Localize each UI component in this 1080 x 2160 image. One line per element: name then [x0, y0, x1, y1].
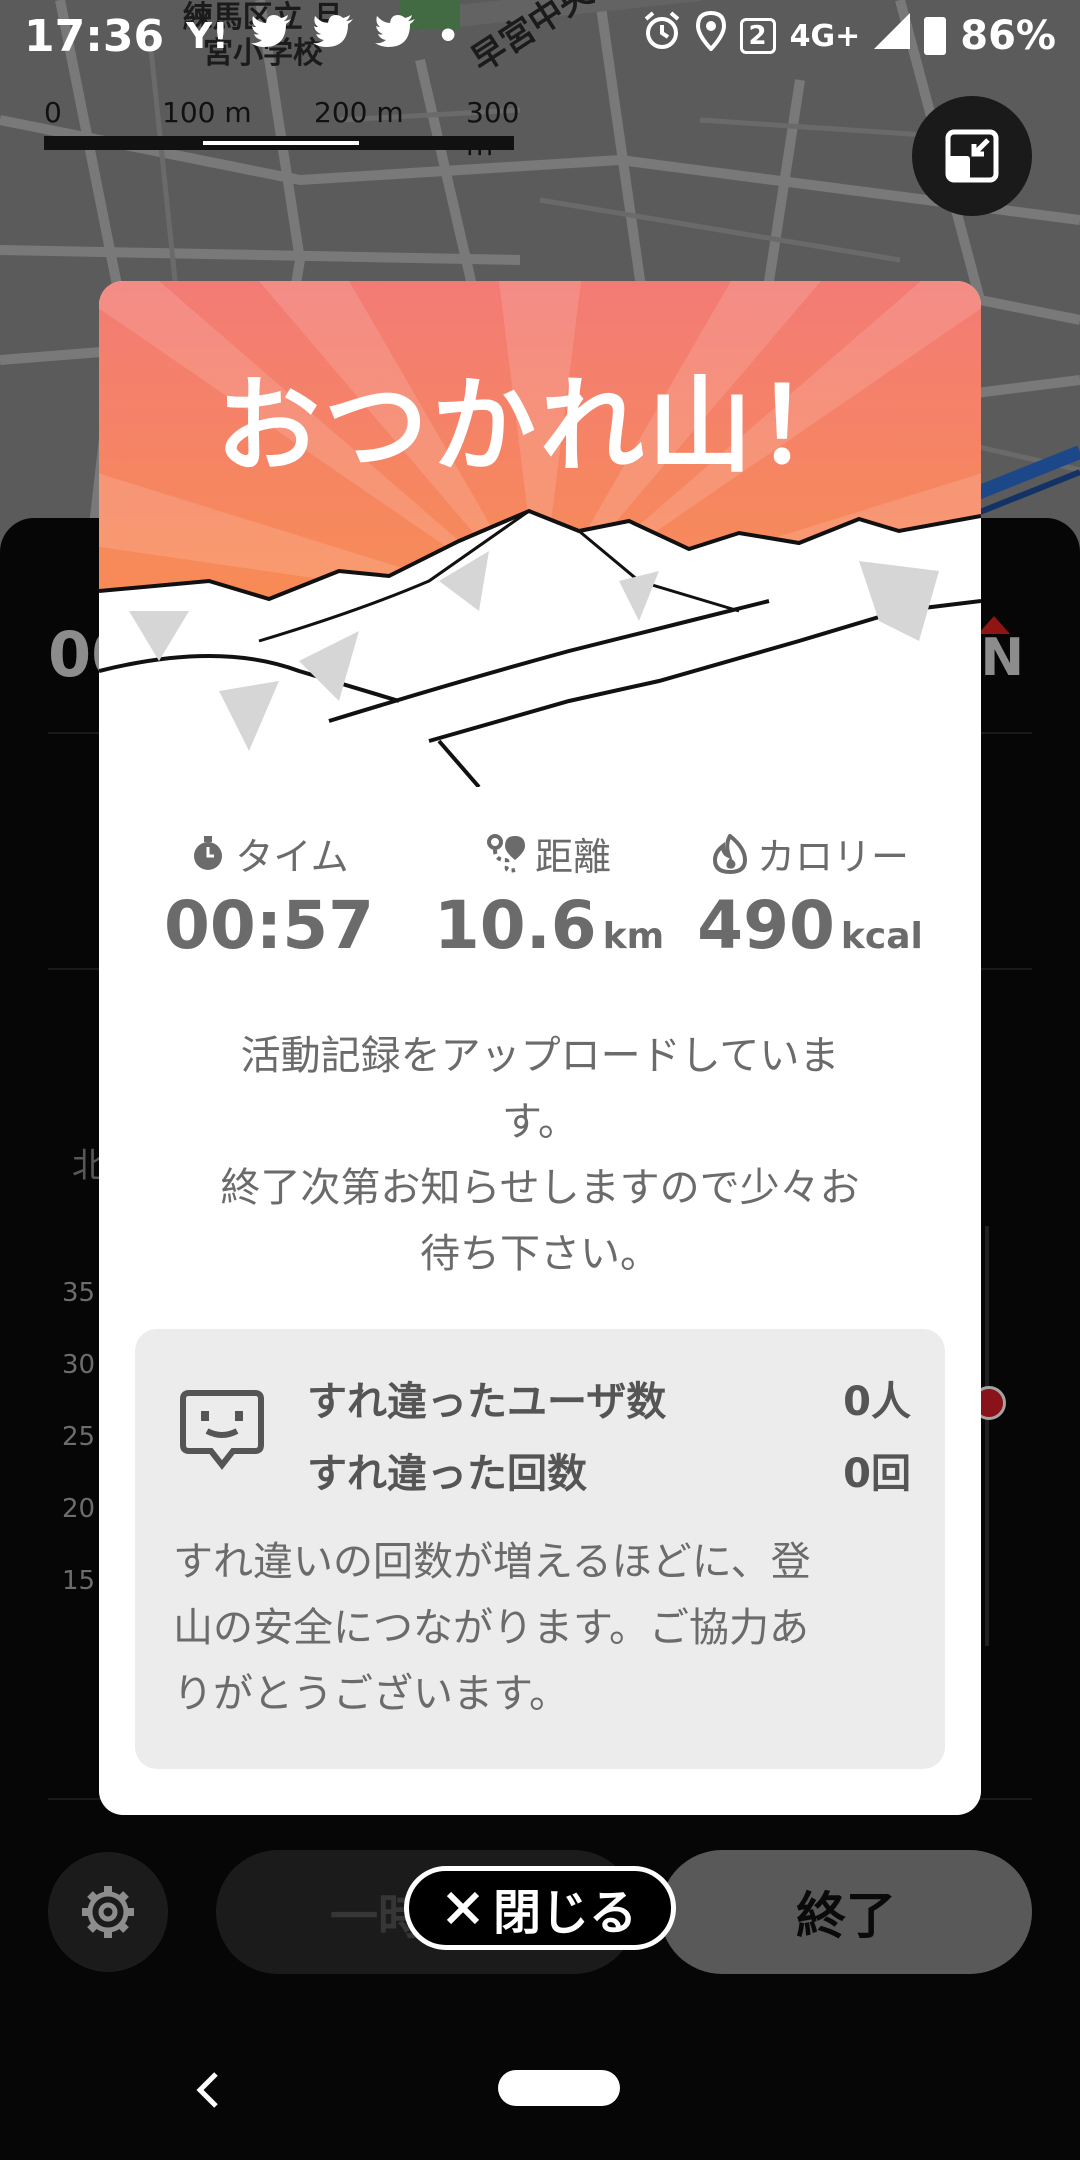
passing-note-line: 山の安全につながります。ご協力あ — [173, 1605, 809, 1651]
status-time: 17:36 — [24, 10, 165, 62]
passing-face-icon — [180, 1390, 264, 1470]
upload-message-line: 待ち下さい。 — [420, 1231, 660, 1277]
dialog-hero: おつかれ山！ — [99, 281, 981, 787]
stopwatch-icon — [194, 835, 223, 870]
scale-label-200: 200 m — [314, 96, 404, 129]
passing-users-row: すれ違ったユーザ数 0人 — [307, 1369, 911, 1427]
upload-message-line: 終了次第お知らせしますので少々お — [220, 1165, 860, 1211]
stat-distance-unit: km — [602, 916, 665, 957]
stat-time: タイム 00:57 — [139, 826, 399, 964]
close-button[interactable]: 閉じる — [404, 1866, 676, 1950]
passing-users-value: 0人 — [843, 1379, 911, 1425]
flame-icon — [712, 833, 747, 874]
scale-label-0: 0 — [44, 96, 62, 129]
upload-message-line: す。 — [502, 1099, 578, 1145]
close-icon — [446, 1891, 480, 1925]
passing-count-value: 0回 — [843, 1451, 911, 1497]
stat-distance-label: 距離 — [534, 835, 611, 879]
completion-dialog: おつかれ山！ タイム 00:57 距離 10.6 km カロリー 490 kcal … — [99, 281, 981, 1815]
twitter-icon — [250, 14, 291, 58]
stat-calorie-unit: kcal — [840, 916, 923, 957]
more-notifications-dot: • — [436, 15, 460, 57]
stat-calorie: カロリー 490 kcal — [669, 826, 951, 964]
collapse-map-button[interactable] — [912, 96, 1032, 216]
nav-home-pill[interactable] — [498, 2070, 620, 2106]
network-type: 4G+ — [789, 18, 861, 54]
passing-info-card: すれ違ったユーザ数 0人 すれ違った回数 0回 すれ違いの回数が増えるほどに、登… — [135, 1329, 945, 1769]
twitter-icon — [374, 14, 415, 58]
location-icon — [695, 10, 726, 61]
upload-message-line: 活動記録をアップロードしていま — [240, 1033, 840, 1079]
stat-distance-value: 10.6 — [433, 887, 597, 964]
sim-badge: 2 — [739, 18, 776, 54]
stat-time-label: タイム — [235, 835, 349, 879]
upload-message: 活動記録をアップロードしていま す。 終了次第お知らせしますので少々お 待ち下さ… — [169, 1023, 911, 1287]
map-scale: 0 100 m 200 m 300 m — [44, 96, 519, 162]
route-icon — [486, 833, 525, 872]
passing-note-line: すれ違いの回数が増えるほどに、登 — [173, 1539, 811, 1585]
scale-bar — [44, 136, 514, 150]
passing-count-label: すれ違った回数 — [307, 1451, 587, 1497]
chevron-left-icon — [196, 2072, 218, 2108]
battery-percent: 86% — [960, 13, 1056, 59]
scale-label-300: 300 m — [466, 96, 520, 162]
passing-note: すれ違いの回数が増えるほどに、登 山の安全につながります。ご協力あ りがとうござ… — [173, 1529, 913, 1727]
passing-users-label: すれ違ったユーザ数 — [307, 1379, 667, 1425]
collapse-icon — [945, 129, 999, 183]
scale-label-100: 100 m — [162, 96, 252, 129]
stat-calorie-value: 490 — [697, 887, 835, 964]
stat-calorie-label: カロリー — [756, 835, 909, 879]
status-bar: 17:36 Y! • 2 4G+ 86% — [0, 0, 1080, 72]
passing-count-row: すれ違った回数 0回 — [307, 1441, 911, 1499]
stat-distance: 距離 10.6 km — [399, 826, 699, 964]
nav-back-button[interactable] — [190, 2060, 226, 2120]
stat-time-value: 00:57 — [163, 887, 375, 964]
scale-bar-segment — [203, 141, 359, 145]
status-right: 2 4G+ 86% — [642, 10, 1056, 61]
yahoo-icon: Y! — [186, 15, 229, 57]
close-button-label: 閉じる — [492, 1885, 637, 1941]
twitter-icon — [312, 14, 353, 58]
battery-icon — [924, 17, 947, 55]
alarm-icon — [642, 11, 682, 61]
dialog-title: おつかれ山！ — [215, 365, 864, 487]
signal-icon — [874, 13, 911, 59]
passing-note-line: りがとうございます。 — [173, 1671, 569, 1717]
